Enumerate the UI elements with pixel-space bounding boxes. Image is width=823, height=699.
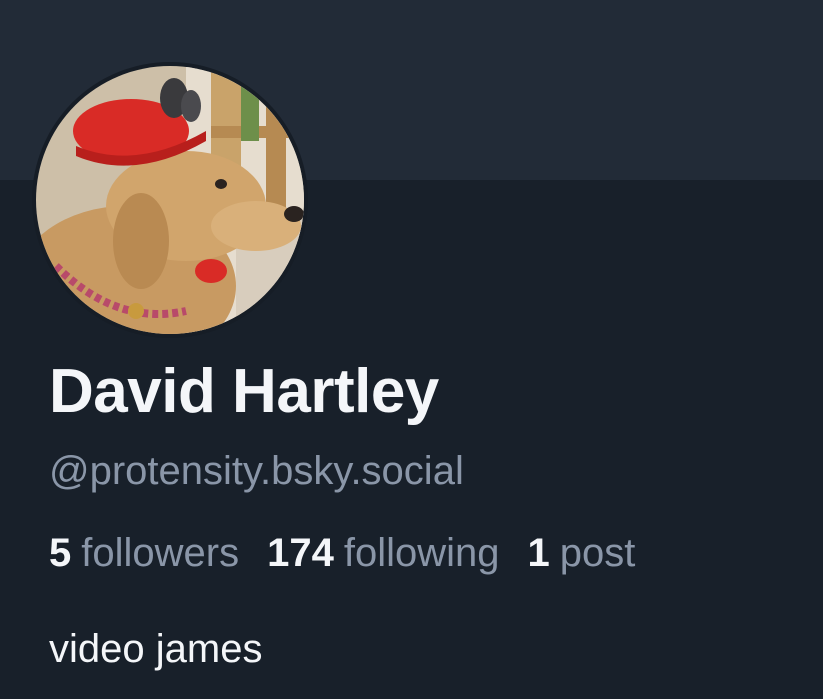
display-name: David Hartley — [49, 357, 439, 426]
followers-stat[interactable]: 5 followers — [49, 531, 239, 576]
avatar[interactable] — [32, 62, 308, 338]
profile-handle: @protensity.bsky.social — [49, 449, 464, 493]
posts-count: 1 — [527, 531, 550, 575]
dog-with-red-hat-icon — [36, 66, 304, 334]
following-label: following — [343, 531, 500, 575]
profile-bio: video james — [49, 627, 263, 671]
followers-label: followers — [81, 531, 240, 575]
following-count: 174 — [267, 531, 334, 575]
profile-stats: 5 followers 174 following 1 post — [49, 531, 635, 576]
posts-stat: 1 post — [528, 531, 636, 576]
avatar-image — [36, 66, 304, 334]
followers-count: 5 — [49, 531, 72, 575]
following-stat[interactable]: 174 following — [267, 531, 499, 576]
profile-page: David Hartley @protensity.bsky.social 5 … — [0, 0, 823, 699]
posts-label: post — [559, 531, 636, 575]
